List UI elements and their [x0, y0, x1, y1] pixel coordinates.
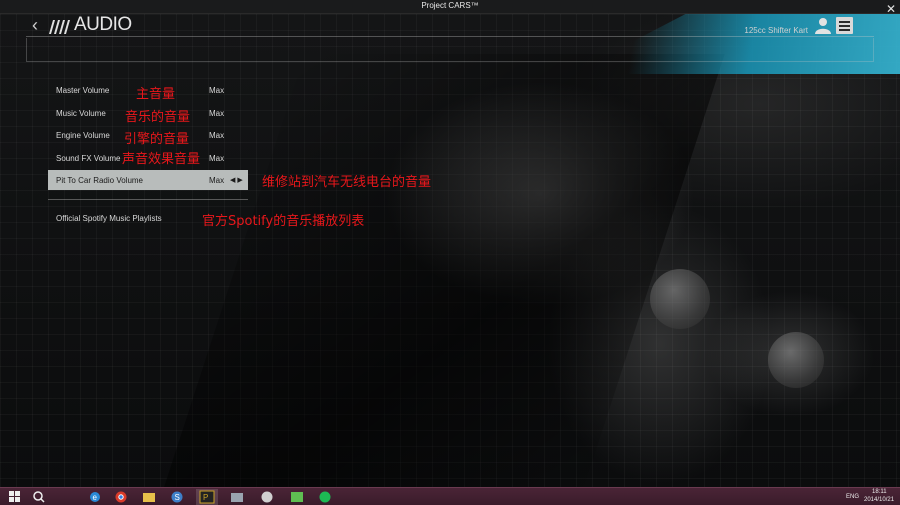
menu-icon	[839, 25, 850, 27]
menu-button[interactable]	[836, 17, 853, 34]
value-stepper-arrows-icon[interactable]: ◀▶	[230, 176, 245, 184]
user-profile-icon[interactable]	[814, 16, 832, 34]
profile-vehicle-name: 125cc Shifter Kart	[744, 26, 808, 35]
setting-value: Max	[209, 86, 225, 95]
back-button[interactable]: ‹	[32, 15, 44, 35]
app-icon[interactable]	[256, 489, 278, 505]
setting-value: Max	[209, 109, 225, 118]
setting-label: Music Volume	[56, 109, 106, 118]
input-language[interactable]: ENG	[846, 494, 859, 500]
svg-text:S: S	[175, 493, 180, 502]
internet-explorer-icon[interactable]: e	[84, 489, 106, 505]
annotation-spotify: 官方Spotify的音乐播放列表	[202, 214, 365, 229]
windows-start-icon[interactable]	[4, 489, 26, 505]
setting-pit-radio-volume[interactable]: Pit To Car Radio Volume Max ◀▶	[48, 170, 248, 190]
page-title: AUDIO	[74, 14, 132, 35]
project-cars-taskbar-icon[interactable]: P	[196, 489, 218, 505]
header-frame	[26, 38, 874, 62]
annotation-master: 主音量	[136, 87, 176, 102]
annotation-radio: 维修站到汽车无线电台的音量	[262, 175, 432, 190]
setting-value: Max	[209, 154, 225, 163]
annotation-music: 音乐的音量	[125, 110, 191, 125]
setting-label: Engine Volume	[56, 131, 110, 140]
menu-icon	[839, 29, 850, 31]
file-explorer-icon[interactable]	[138, 489, 160, 505]
clock-time[interactable]: 18:11	[872, 489, 887, 495]
annotation-engine: 引擎的音量	[124, 132, 190, 147]
window-titlebar: Project CARS™	[0, 0, 900, 14]
annotation-sfx: 声音效果音量	[122, 152, 201, 167]
clock-date[interactable]: 2014/10/21	[864, 497, 894, 503]
list-divider	[48, 199, 248, 200]
svg-text:P: P	[203, 493, 208, 502]
chrome-icon[interactable]	[110, 489, 132, 505]
background-orb	[768, 332, 824, 388]
setting-value: Max	[209, 176, 225, 185]
menu-icon	[839, 21, 850, 23]
project-cars-logo-icon	[49, 20, 70, 34]
setting-label: Sound FX Volume	[56, 154, 121, 163]
app-icon[interactable]	[226, 489, 248, 505]
app-icon[interactable]	[314, 489, 336, 505]
taskbar: e S P ENG 18:11 2014/10/21	[0, 487, 900, 505]
close-icon[interactable]: ✕	[886, 2, 896, 16]
search-icon[interactable]	[28, 489, 50, 505]
setting-label: Official Spotify Music Playlists	[56, 214, 162, 223]
app-icon[interactable]	[286, 489, 308, 505]
header-divider	[26, 36, 874, 37]
setting-label: Pit To Car Radio Volume	[56, 176, 144, 185]
svg-text:e: e	[93, 493, 98, 502]
background-orb	[650, 269, 710, 329]
setting-value: Max	[209, 131, 225, 140]
app-icon[interactable]: S	[166, 489, 188, 505]
setting-label: Master Volume	[56, 86, 110, 95]
window-title: Project CARS™	[421, 1, 479, 10]
